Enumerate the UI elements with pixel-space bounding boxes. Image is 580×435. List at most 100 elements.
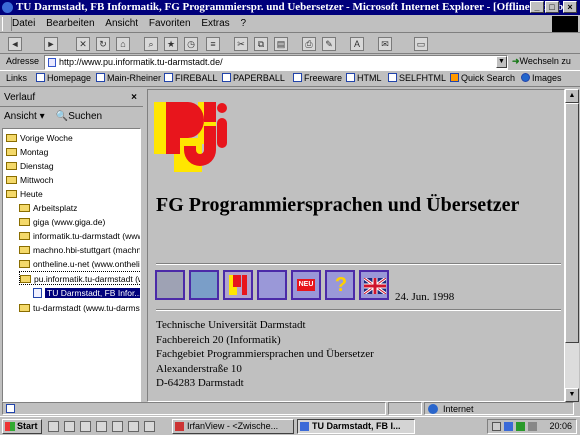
history-item[interactable]: Mittwoch bbox=[6, 173, 54, 187]
vertical-scrollbar[interactable]: ▲ ▼ bbox=[565, 89, 579, 402]
pages-icon[interactable] bbox=[257, 270, 287, 300]
menu-bearbeiten[interactable]: Bearbeiten bbox=[42, 15, 98, 33]
home-icon[interactable]: ⌂ bbox=[116, 37, 130, 51]
link-html[interactable]: HTML bbox=[346, 71, 382, 86]
scroll-down-icon[interactable]: ▼ bbox=[565, 388, 579, 402]
history-item[interactable]: machno.hbi-stuttgart (machn... bbox=[19, 243, 140, 257]
menu-help[interactable]: ? bbox=[236, 15, 250, 33]
channels-icon[interactable]: ≡ bbox=[206, 37, 220, 51]
address-line: Fachbereich 20 (Informatik) bbox=[156, 333, 281, 346]
quicklaunch-desktop-icon[interactable] bbox=[80, 421, 91, 432]
question-mark: ? bbox=[334, 274, 348, 296]
cut-icon[interactable]: ✂ bbox=[234, 37, 248, 51]
address-dropdown-icon[interactable]: ▼ bbox=[496, 56, 507, 68]
quicklaunch-channels-icon[interactable] bbox=[96, 421, 107, 432]
folder-icon bbox=[19, 218, 30, 226]
mail-icon[interactable]: ✉ bbox=[378, 37, 392, 51]
menu-ansicht[interactable]: Ansicht bbox=[101, 15, 142, 33]
favorites-icon[interactable]: ★ bbox=[164, 37, 178, 51]
uk-flag-icon[interactable] bbox=[359, 270, 389, 300]
font-size-icon[interactable]: A bbox=[350, 37, 364, 51]
clock[interactable]: 20:06 bbox=[549, 420, 572, 433]
folder-icon bbox=[6, 176, 17, 184]
maximize-button[interactable]: □ bbox=[545, 1, 559, 13]
start-button[interactable]: Start bbox=[2, 419, 42, 434]
history-item[interactable]: Montag bbox=[6, 145, 48, 159]
link-search-icon bbox=[450, 73, 459, 82]
history-item[interactable]: giga (www.giga.de) bbox=[19, 215, 105, 229]
link-fireball[interactable]: FIREBALL bbox=[164, 71, 218, 86]
forward-icon[interactable]: ► bbox=[44, 37, 58, 51]
folder-icon bbox=[20, 275, 31, 283]
quicklaunch-outlook-icon[interactable] bbox=[64, 421, 75, 432]
page-content: FG Programmiersprachen und Übersetzer NE… bbox=[147, 89, 565, 402]
browser-window: TU Darmstadt, FB Informatik, FG Programm… bbox=[0, 0, 580, 435]
task-irfanview[interactable]: IrfanView - <Zwische... bbox=[172, 419, 294, 434]
history-item[interactable]: Heute bbox=[6, 187, 43, 201]
windows-logo-icon bbox=[552, 16, 578, 32]
print-icon[interactable]: ⎙ bbox=[302, 37, 316, 51]
menu-favoriten[interactable]: Favoriten bbox=[145, 15, 195, 33]
scroll-thumb[interactable] bbox=[565, 103, 579, 343]
history-item[interactable]: Dienstag bbox=[6, 159, 54, 173]
zone-label: Internet bbox=[443, 404, 474, 414]
link-selfhtml[interactable]: SELFHTML bbox=[388, 71, 446, 86]
link-main-rheiner[interactable]: Main-Rheiner bbox=[96, 71, 161, 86]
link-quick-search[interactable]: Quick Search bbox=[450, 71, 515, 86]
task-ie[interactable]: TU Darmstadt, FB I... bbox=[297, 419, 415, 434]
link-page-icon bbox=[96, 73, 105, 82]
copy-icon[interactable]: ⧉ bbox=[254, 37, 268, 51]
history-item[interactable]: ontheline.u-net (www.ontheli... bbox=[19, 257, 140, 271]
folder-icon bbox=[19, 204, 30, 212]
status-text bbox=[2, 402, 386, 415]
fullscreen-icon[interactable]: ▭ bbox=[414, 37, 428, 51]
close-button[interactable]: × bbox=[563, 1, 577, 13]
address-line: Alexanderstraße 10 bbox=[156, 362, 242, 375]
magnifier-icon: 🔍 bbox=[55, 111, 69, 122]
history-item-selected[interactable]: TU Darmstadt, FB Infor... bbox=[33, 286, 140, 300]
history-item[interactable]: informatik.tu-darmstadt (www... bbox=[19, 229, 140, 243]
back-icon[interactable]: ◄ bbox=[8, 37, 22, 51]
question-icon[interactable]: ? bbox=[325, 270, 355, 300]
quicklaunch-ie-icon[interactable] bbox=[48, 421, 59, 432]
menu-extras[interactable]: Extras bbox=[197, 15, 233, 33]
quicklaunch-app-icon[interactable] bbox=[128, 421, 139, 432]
link-page-icon bbox=[293, 73, 302, 82]
stop-icon[interactable]: ✕ bbox=[76, 37, 90, 51]
paste-icon[interactable]: ▤ bbox=[274, 37, 288, 51]
history-list[interactable]: Vorige Woche Montag Dienstag Mittwoch He… bbox=[2, 128, 141, 402]
new-icon[interactable]: NEU bbox=[291, 270, 321, 300]
link-paperball[interactable]: PAPERBALL bbox=[222, 71, 285, 86]
postal-address: Technische Universität Darmstadt Fachber… bbox=[156, 318, 374, 391]
speaker-icon[interactable] bbox=[528, 422, 537, 431]
search-icon[interactable]: ⌕ bbox=[144, 37, 158, 51]
menu-datei[interactable]: Datei bbox=[8, 15, 39, 33]
go-button[interactable]: ➜Wechseln zu bbox=[512, 56, 571, 67]
address-input[interactable]: http://www.pu.informatik.tu-darmstadt.de… bbox=[44, 55, 508, 70]
title-bar[interactable]: TU Darmstadt, FB Informatik, FG Programm… bbox=[0, 0, 580, 15]
tray-icon[interactable] bbox=[492, 422, 501, 431]
page-heading: FG Programmiersprachen und Übersetzer bbox=[156, 194, 520, 216]
link-freeware[interactable]: Freeware bbox=[293, 71, 342, 86]
history-item[interactable]: tu-darmstadt (www.tu-darmst... bbox=[19, 301, 140, 315]
link-images[interactable]: Images bbox=[521, 71, 562, 86]
edit-icon[interactable]: ✎ bbox=[322, 37, 336, 51]
pu-logo-icon[interactable] bbox=[223, 270, 253, 300]
history-close-icon[interactable]: × bbox=[131, 89, 137, 107]
history-item[interactable]: Vorige Woche bbox=[6, 131, 73, 145]
history-item[interactable]: pu.informatik.tu-darmstadt (w... bbox=[19, 271, 140, 285]
history-item[interactable]: Arbeitsplatz bbox=[19, 201, 77, 215]
tray-icon[interactable] bbox=[504, 422, 513, 431]
quicklaunch-folder-icon[interactable] bbox=[112, 421, 123, 432]
history-search-button[interactable]: 🔍Suchen bbox=[56, 111, 102, 122]
tray-icon[interactable] bbox=[516, 422, 525, 431]
keyboard-icon[interactable] bbox=[189, 270, 219, 300]
face-icon[interactable] bbox=[155, 270, 185, 300]
history-icon[interactable]: ◷ bbox=[184, 37, 198, 51]
scroll-up-icon[interactable]: ▲ bbox=[565, 89, 579, 103]
history-view-button[interactable]: Ansicht ▾ bbox=[4, 111, 45, 122]
refresh-icon[interactable]: ↻ bbox=[96, 37, 110, 51]
quicklaunch-edit-icon[interactable] bbox=[144, 421, 155, 432]
link-homepage[interactable]: Homepage bbox=[36, 71, 91, 86]
minimize-button[interactable]: _ bbox=[530, 1, 544, 13]
